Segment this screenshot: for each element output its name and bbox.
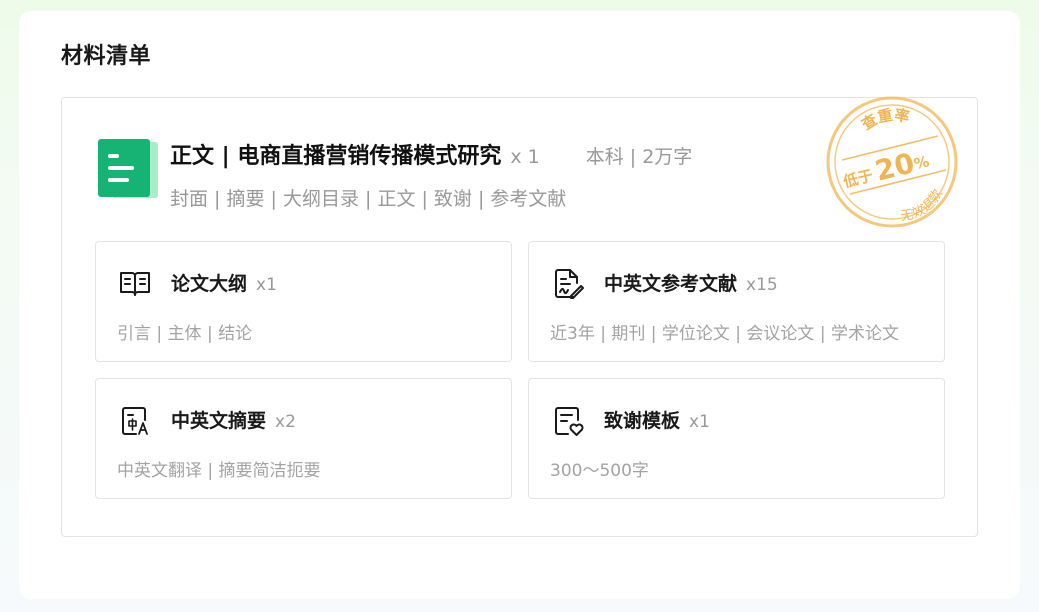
item-quantity: x1	[256, 275, 277, 295]
material-item-references: 中英文参考文献 x15 近3年 | 期刊 | 学位论文 | 会议论文 | 学术论…	[528, 241, 945, 362]
item-title: 中英文摘要	[171, 410, 267, 432]
item-quantity: x2	[275, 412, 296, 432]
plagiarism-guarantee-stamp: 查重率 低于 20 % 无效退款	[826, 96, 958, 228]
open-book-icon	[120, 272, 150, 296]
main-item-header: 正文 | 电商直播营销传播模式研究 x 1 本科 | 2万字	[170, 138, 692, 172]
main-item-quantity: x 1	[510, 146, 540, 168]
item-description: 中英文翻译 | 摘要简洁扼要	[117, 461, 321, 481]
item-description: 300～500字	[550, 461, 649, 481]
item-title: 中英文参考文献	[604, 273, 738, 295]
document-icon	[98, 139, 158, 198]
stamp-top-text: 查重率	[858, 106, 911, 134]
main-item-meta: 本科 | 2万字	[585, 146, 693, 168]
materials-card: 材料清单 正文 | 电商直播营销传播模式研究 x 1 本科 | 2万字 封面 |…	[19, 11, 1020, 599]
material-item-abstract: 中英文摘要 x2 中英文翻译 | 摘要简洁扼要	[95, 378, 512, 499]
main-item-title: 正文 | 电商直播营销传播模式研究	[170, 144, 502, 169]
item-title: 致谢模板	[604, 410, 681, 432]
stamp-value: 20	[872, 146, 918, 187]
item-description: 引言 | 主体 | 结论	[117, 324, 253, 344]
stamp-prefix: 低于	[840, 166, 874, 191]
main-item-parts: 封面 | 摘要 | 大纲目录 | 正文 | 致谢 | 参考文献	[170, 188, 567, 210]
material-item-acknowledgement: 致谢模板 x1 300～500字	[528, 378, 945, 499]
materials-list: 正文 | 电商直播营销传播模式研究 x 1 本科 | 2万字 封面 | 摘要 |…	[61, 96, 978, 537]
heart-document-icon	[555, 407, 584, 436]
material-item-outline: 论文大纲 x1 引言 | 主体 | 结论	[95, 241, 512, 362]
stamp-unit: %	[912, 152, 931, 173]
translate-document-icon	[122, 407, 148, 435]
item-quantity: x1	[689, 412, 710, 432]
item-title: 论文大纲	[171, 273, 248, 295]
signed-document-icon	[555, 269, 584, 299]
item-description: 近3年 | 期刊 | 学位论文 | 会议论文 | 学术论文	[550, 324, 899, 344]
section-title: 材料清单	[61, 44, 152, 69]
item-quantity: x15	[746, 275, 778, 295]
svg-text:查重率: 查重率	[858, 106, 911, 134]
